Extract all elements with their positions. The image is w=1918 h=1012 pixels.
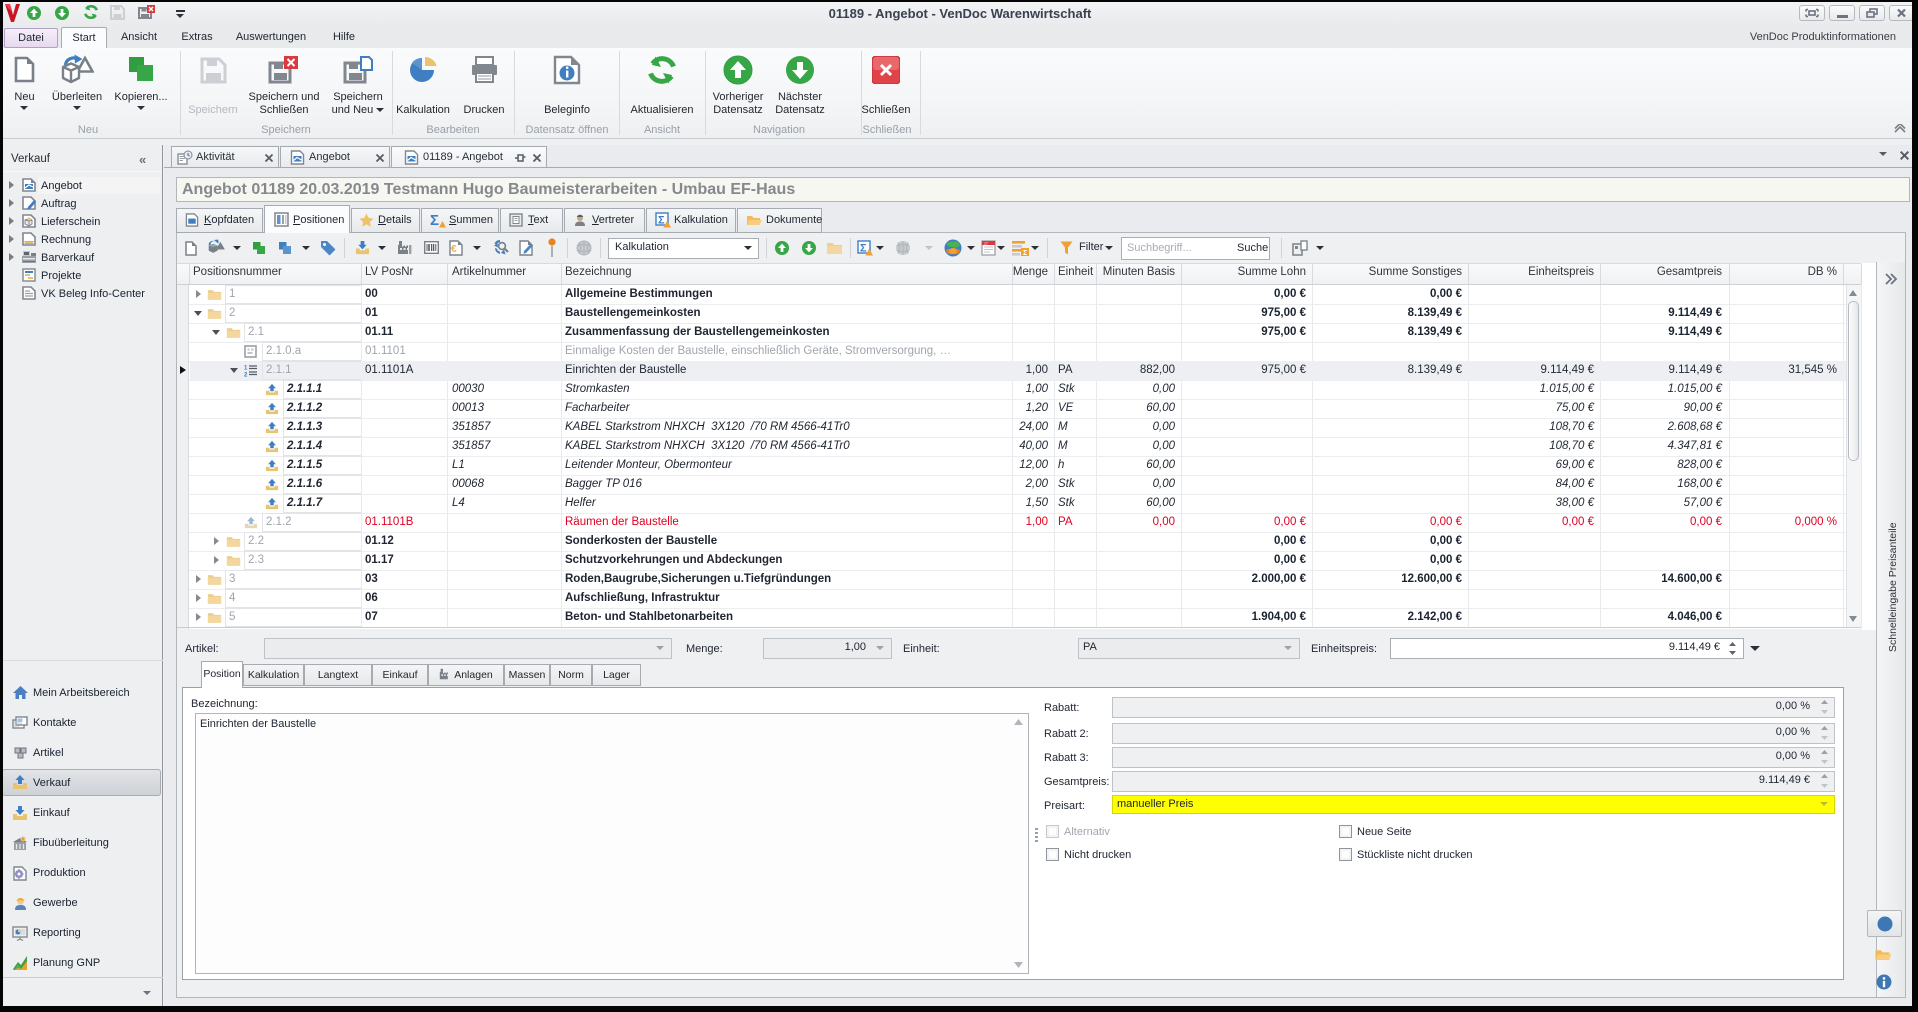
svg-text:Σ: Σ: [1023, 250, 1027, 256]
svg-text:Σ: Σ: [860, 243, 867, 255]
svg-text:1: 1: [244, 366, 248, 372]
svg-text:Σ: Σ: [430, 212, 439, 228]
svg-text:17: 17: [984, 242, 988, 246]
svg-text:Σ: Σ: [658, 215, 665, 227]
svg-text:€: €: [451, 244, 457, 255]
svg-text:2: 2: [244, 373, 248, 378]
